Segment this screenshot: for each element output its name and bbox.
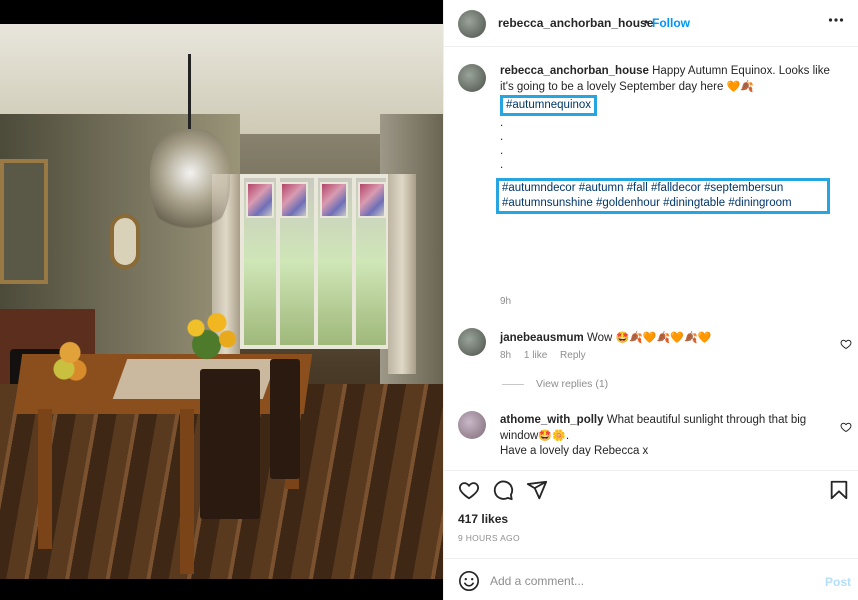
more-options-button[interactable] [828, 12, 844, 33]
caption-dot: . [500, 131, 504, 143]
add-comment-bar: Post [444, 558, 858, 600]
comment-likes[interactable]: 1 like [524, 350, 547, 361]
photo-window [240, 174, 390, 349]
post-side-panel: rebecca_anchorban_house • Follow rebecca… [443, 0, 858, 600]
photo-curtain-right [388, 174, 416, 374]
caption-dots: . . . . [500, 116, 830, 172]
photo-table-leg [38, 409, 52, 549]
post-header: rebecca_anchorban_house • Follow [444, 0, 858, 47]
avatar[interactable] [458, 411, 486, 439]
avatar[interactable] [458, 328, 486, 356]
photo-sunflowers [175, 306, 245, 361]
avatar[interactable] [458, 10, 486, 38]
caption-timestamp[interactable]: 9h [500, 296, 511, 307]
comment-icon[interactable] [492, 479, 514, 501]
caption-emojis: 🧡🍂 [726, 80, 754, 93]
small-heart-icon[interactable] [840, 338, 852, 350]
photo-chandelier-body [150, 129, 230, 239]
dining-room-photo[interactable] [0, 24, 443, 579]
photo-stained-glass [246, 182, 274, 218]
post-actions [444, 470, 858, 506]
photo-large-mirror [0, 159, 48, 284]
comment-emojis: 🤩🌼. [538, 429, 570, 442]
comment-text: janebeausmum Wow 🤩🍂🧡🍂🧡🍂🧡 [500, 330, 810, 346]
photo-stained-glass [280, 182, 308, 218]
view-replies-label: View replies (1) [536, 378, 609, 390]
avatar[interactable] [458, 64, 486, 92]
comment-text: athome_with_polly What beautiful sunligh… [500, 413, 810, 456]
photo-window-mullion [276, 178, 280, 345]
view-replies-button[interactable]: View replies (1) [502, 378, 608, 390]
photo-stained-glass [320, 182, 348, 218]
comment-body-line2: Have a lovely day Rebecca x [500, 445, 649, 456]
share-icon[interactable] [526, 479, 548, 501]
comment-meta: 8h 1 like Reply [500, 350, 596, 361]
comment-emojis: 🤩🍂🧡🍂🧡🍂🧡 [615, 331, 712, 344]
caption-dot: . [500, 159, 504, 171]
post-time-ago[interactable]: 9 HOURS AGO [458, 533, 520, 543]
photo-fruit-stand [50, 336, 90, 391]
photo-chair [270, 359, 300, 479]
more-icon [828, 18, 844, 22]
photo-chandelier [150, 54, 230, 254]
comment-time[interactable]: 8h [500, 350, 511, 361]
follow-button[interactable]: Follow [652, 16, 690, 30]
comment-body: Wow [586, 332, 613, 344]
reply-button[interactable]: Reply [560, 350, 586, 361]
caption-text: rebecca_anchorban_house Happy Autumn Equ… [496, 64, 830, 214]
header-separator: • [644, 15, 649, 29]
caption-dot: . [500, 145, 504, 157]
photo-oval-mirror [110, 214, 140, 269]
photo-table-leg [180, 409, 194, 574]
small-heart-icon[interactable] [840, 421, 852, 433]
bookmark-icon[interactable] [828, 479, 850, 501]
photo-chair [200, 369, 260, 519]
comment-input[interactable] [490, 571, 790, 591]
comment-username[interactable]: athome_with_polly [500, 414, 604, 426]
heart-icon[interactable] [458, 479, 480, 501]
view-replies-line [502, 383, 524, 385]
likes-count[interactable]: 417 likes [458, 512, 508, 526]
caption-dot: . [500, 117, 504, 129]
emoji-icon[interactable] [458, 570, 480, 592]
highlighted-hashtag[interactable]: #autumnequinox [500, 95, 598, 116]
comment-username[interactable]: janebeausmum [500, 332, 584, 344]
post-photo-area [0, 0, 443, 600]
photo-window-mullion [352, 178, 356, 345]
post-comment-button[interactable]: Post [825, 575, 851, 589]
photo-stained-glass [358, 182, 386, 218]
hashtag-list[interactable]: #autumndecor #autumn #fall #falldecor #s… [496, 178, 830, 214]
caption-username[interactable]: rebecca_anchorban_house [500, 65, 649, 77]
photo-chandelier-chain [188, 54, 191, 129]
header-username[interactable]: rebecca_anchorban_house [498, 16, 653, 30]
photo-window-mullion [314, 178, 318, 345]
comments-list[interactable]: rebecca_anchorban_house Happy Autumn Equ… [444, 48, 858, 456]
